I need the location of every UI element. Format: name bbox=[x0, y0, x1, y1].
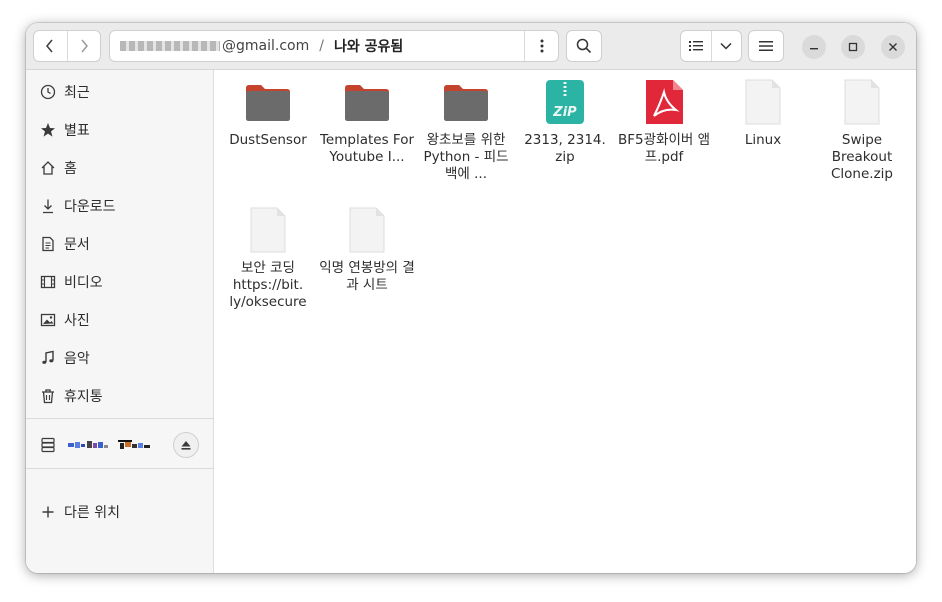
sidebar-item-label: 최근 bbox=[64, 85, 90, 101]
star-icon bbox=[39, 121, 57, 139]
file-name: 보안 코딩 https://bit. ly/oksecure bbox=[229, 260, 307, 310]
image-icon bbox=[39, 311, 57, 329]
navigation-buttons bbox=[33, 30, 101, 62]
file-name: Swipe Breakout Clone.zip bbox=[831, 132, 893, 182]
home-icon bbox=[39, 159, 57, 177]
sidebar-divider bbox=[26, 418, 214, 419]
file-item-folder[interactable]: DustSensor bbox=[220, 78, 316, 149]
clock-icon bbox=[39, 83, 57, 101]
file-name: BF5광화이버 앰프.pdf bbox=[617, 132, 710, 165]
view-options-button[interactable] bbox=[710, 31, 741, 61]
file-grid: DustSensor Templates For Youtube I... 왕초… bbox=[215, 70, 916, 573]
file-item-folder[interactable]: Templates For Youtube I... bbox=[319, 78, 415, 166]
path-bar[interactable]: @gmail.com / 나와 공유됨 bbox=[109, 30, 559, 62]
maximize-button[interactable] bbox=[841, 35, 865, 59]
sidebar-item-home[interactable]: 홈 bbox=[26, 150, 214, 186]
sidebar-item-downloads[interactable]: 다운로드 bbox=[26, 188, 214, 224]
sidebar-item-videos[interactable]: 비디오 bbox=[26, 264, 214, 300]
sidebar-item-starred[interactable]: 별표 bbox=[26, 112, 214, 148]
view-buttons bbox=[680, 30, 742, 62]
header-bar: @gmail.com / 나와 공유됨 bbox=[26, 23, 916, 70]
sidebar-item-trash[interactable]: 휴지통 bbox=[26, 378, 214, 414]
sidebar-item-music[interactable]: 음악 bbox=[26, 340, 214, 376]
file-manager-window: @gmail.com / 나와 공유됨 최근 별표 홈 다운로드 문서 비디오 … bbox=[26, 23, 916, 573]
sidebar-item-other-locations[interactable]: 다른 위치 bbox=[26, 494, 214, 530]
path-menu-button[interactable] bbox=[524, 31, 558, 61]
eject-icon bbox=[181, 441, 191, 450]
close-icon bbox=[889, 43, 897, 51]
drive-icon bbox=[39, 436, 57, 454]
folder-icon bbox=[244, 78, 292, 126]
file-item-folder[interactable]: 왕초보를 위한 Python - 피드백에 ... bbox=[418, 78, 514, 183]
hamburger-icon bbox=[759, 41, 773, 51]
video-icon bbox=[39, 273, 57, 291]
sidebar-item-recent[interactable]: 최근 bbox=[26, 74, 214, 110]
sidebar-item-label: 음악 bbox=[64, 351, 90, 367]
sidebar-item-drive[interactable] bbox=[26, 427, 214, 463]
trash-icon bbox=[39, 387, 57, 405]
file-item-document[interactable]: 익명 연봉방의 결과 시트 bbox=[319, 206, 415, 294]
breadcrumb-separator: / bbox=[319, 38, 324, 54]
blank-document-icon bbox=[739, 78, 787, 126]
forward-button[interactable] bbox=[66, 31, 100, 61]
list-view-button[interactable] bbox=[681, 31, 711, 61]
music-icon bbox=[39, 349, 57, 367]
chevron-down-icon bbox=[720, 42, 733, 50]
blank-document-icon bbox=[343, 206, 391, 254]
file-name: Linux bbox=[744, 132, 782, 148]
file-item-document[interactable]: Swipe Breakout Clone.zip bbox=[814, 78, 910, 183]
chevron-right-icon bbox=[81, 39, 88, 53]
download-icon bbox=[39, 197, 57, 215]
file-item-document[interactable]: Linux bbox=[715, 78, 811, 149]
sidebar-item-label: 비디오 bbox=[64, 275, 103, 291]
sidebar-item-label: 홈 bbox=[64, 161, 77, 177]
folder-icon bbox=[343, 78, 391, 126]
file-item-pdf[interactable]: BF5광화이버 앰프.pdf bbox=[616, 78, 712, 166]
sidebar: 최근 별표 홈 다운로드 문서 비디오 사진 음악 휴지통 다른 위치 bbox=[26, 70, 214, 573]
sidebar-item-label: 별표 bbox=[64, 123, 90, 139]
redacted-username bbox=[120, 41, 220, 51]
close-button[interactable] bbox=[881, 35, 905, 59]
maximize-icon bbox=[848, 42, 858, 52]
file-name: 왕초보를 위한 Python - 피드백에 ... bbox=[423, 132, 509, 182]
document-icon bbox=[39, 235, 57, 253]
minimize-icon bbox=[810, 48, 818, 50]
sidebar-item-label: 다른 위치 bbox=[64, 505, 120, 521]
file-item-document[interactable]: 보안 코딩 https://bit. ly/oksecure bbox=[220, 206, 316, 311]
breadcrumb-current[interactable]: 나와 공유됨 bbox=[334, 36, 403, 56]
file-item-zip[interactable]: ZiP 2313, 2314. zip bbox=[517, 78, 613, 166]
back-button[interactable] bbox=[34, 31, 67, 61]
search-icon bbox=[576, 38, 592, 54]
main-menu-button[interactable] bbox=[748, 30, 784, 62]
sidebar-item-label: 사진 bbox=[64, 313, 90, 329]
minimize-button[interactable] bbox=[802, 35, 826, 59]
file-name: Templates For Youtube I... bbox=[319, 132, 415, 165]
folder-icon bbox=[442, 78, 490, 126]
blank-document-icon bbox=[244, 206, 292, 254]
eject-button[interactable] bbox=[173, 432, 199, 458]
sidebar-item-label: 휴지통 bbox=[64, 389, 103, 405]
file-name: 익명 연봉방의 결과 시트 bbox=[319, 260, 415, 293]
blank-document-icon bbox=[838, 78, 886, 126]
pdf-file-icon bbox=[640, 78, 688, 126]
vertical-dots-icon bbox=[540, 39, 543, 53]
chevron-left-icon bbox=[46, 39, 54, 53]
zip-file-icon: ZiP bbox=[541, 78, 589, 126]
sidebar-item-label: 다운로드 bbox=[64, 199, 116, 215]
sidebar-item-documents[interactable]: 문서 bbox=[26, 226, 214, 262]
file-name: 2313, 2314. zip bbox=[524, 132, 606, 165]
sidebar-item-pictures[interactable]: 사진 bbox=[26, 302, 214, 338]
search-button[interactable] bbox=[566, 30, 602, 62]
list-view-icon bbox=[688, 41, 703, 51]
breadcrumb-account[interactable]: @gmail.com bbox=[110, 38, 309, 54]
plus-icon bbox=[39, 503, 57, 521]
file-name: DustSensor bbox=[229, 132, 307, 148]
redacted-drive-name bbox=[68, 440, 150, 449]
svg-text:ZiP: ZiP bbox=[552, 105, 577, 120]
sidebar-divider bbox=[26, 468, 214, 469]
sidebar-item-label: 문서 bbox=[64, 237, 90, 253]
